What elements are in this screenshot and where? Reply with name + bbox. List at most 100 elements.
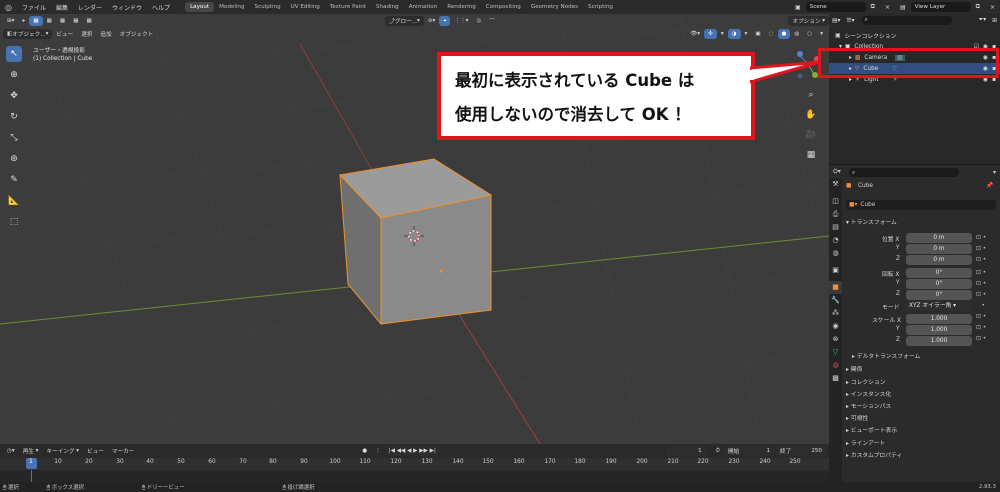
close-icon[interactable]: × (880, 4, 895, 11)
lock-icon[interactable]: ⊡ • (976, 334, 996, 345)
scene-icon[interactable]: ▣ (790, 4, 806, 11)
gizmo-toggle-icon[interactable]: ✣ (704, 29, 717, 39)
playback-controls[interactable]: |◀ ◀◀ ◀ ▶ ▶▶ ▶| (384, 446, 440, 456)
tool-tab-icon[interactable]: ⚒ (829, 178, 842, 191)
menu-playback[interactable]: 再生 ▾ (19, 446, 43, 456)
tab-geometry-nodes[interactable]: Geometry Nodes (526, 2, 583, 12)
timeline-ruler[interactable]: 1 10 20 30 40 50 60 70 80 90 100 110 120… (0, 458, 829, 470)
view-layer-selector[interactable]: View Layer (910, 2, 971, 12)
menu-window[interactable]: ウィンドウ (107, 3, 147, 12)
tab-shading[interactable]: Shading (371, 2, 404, 12)
lock-icon[interactable]: ⊡ • (976, 279, 996, 290)
scene-tab-icon[interactable]: ◔ (829, 234, 842, 247)
cursor-tool-icon[interactable]: ⊕ (6, 67, 22, 83)
rotation-x-field[interactable]: 0° (906, 268, 972, 278)
tab-sculpting[interactable]: Sculpting (250, 2, 286, 12)
shading-dropdown-icon[interactable]: ▾ (816, 29, 827, 39)
panel-viewport-display[interactable]: ▸ ビューポート表示 (846, 425, 897, 434)
rotation-y-field[interactable]: 0° (906, 279, 972, 289)
xray-icon[interactable]: ▣ (751, 29, 764, 39)
tab-scripting[interactable]: Scripting (583, 2, 618, 12)
panel-collections[interactable]: ▸ コレクション (846, 377, 886, 386)
delta-transform-panel[interactable]: ▸ デルタトランスフォーム (852, 351, 920, 360)
material-tab-icon[interactable]: ◍ (829, 359, 842, 372)
lock-icon[interactable]: ⊡ • (976, 255, 996, 266)
scale-x-field[interactable]: 1.000 (906, 314, 972, 324)
pan-hand-icon[interactable]: ✋ (804, 108, 818, 122)
properties-search-input[interactable]: ⌕ (848, 167, 959, 177)
scale-y-field[interactable]: 1.000 (906, 325, 972, 335)
lock-icon[interactable]: ⊡ • (976, 312, 996, 323)
panel-motion-paths[interactable]: ▸ モーションパス (846, 401, 891, 410)
object-name-field[interactable]: ■▾ Cube (846, 200, 996, 210)
measure-tool-icon[interactable]: 📐 (6, 193, 22, 209)
menu-add[interactable]: 追加 (96, 29, 115, 39)
zoom-icon[interactable]: ⌕ (804, 88, 818, 102)
menu-object[interactable]: オブジェクト (116, 29, 158, 39)
tab-modeling[interactable]: Modeling (214, 2, 249, 12)
properties-editor-icon[interactable]: ⛭▾ (829, 168, 845, 176)
menu-timeline-view[interactable]: ビュー (83, 446, 108, 456)
panel-line-art[interactable]: ▸ ラインアート (846, 438, 885, 447)
visibility-icon[interactable]: 👁▾ (686, 29, 704, 39)
outliner-search-input[interactable]: ⌕ (861, 16, 952, 25)
tab-texture-paint[interactable]: Texture Paint (325, 2, 371, 12)
editor-type-icon[interactable]: ⊞▾ (3, 16, 19, 26)
shading-solid-icon[interactable]: ● (777, 29, 791, 39)
tab-animation[interactable]: Animation (404, 2, 443, 12)
cube-object[interactable] (338, 158, 493, 326)
copy-icon[interactable]: ⧉ (971, 3, 985, 11)
tab-rendering[interactable]: Rendering (442, 2, 481, 12)
particles-tab-icon[interactable]: ⁂ (829, 307, 842, 320)
rotation-z-field[interactable]: 0° (906, 290, 972, 300)
scale-tool-icon[interactable]: ⤡ (6, 130, 22, 146)
transform-orientation-dropdown[interactable]: ⤴ グロー... ▾ (385, 16, 424, 26)
physics-tab-icon[interactable]: ◉ (829, 320, 842, 333)
auto-keying-icon[interactable]: ⋮ (371, 446, 385, 456)
menu-select[interactable]: 選択 (77, 29, 96, 39)
panel-custom-properties[interactable]: ▸ カスタムプロパティ (846, 450, 902, 459)
overlay-dropdown-icon[interactable]: ▾ (741, 29, 752, 39)
lock-icon[interactable]: ⊡ • (976, 233, 996, 244)
select-mode-extend-icon[interactable]: ▦ (43, 16, 56, 26)
menu-help[interactable]: ヘルプ (147, 3, 175, 12)
pin-icon[interactable]: 📌 (986, 183, 993, 189)
tab-compositing[interactable]: Compositing (481, 2, 526, 12)
transform-panel-header[interactable]: ▾ トランスフォーム (846, 217, 897, 226)
overlay-toggle-icon[interactable]: ◑ (727, 29, 741, 39)
end-frame-field[interactable]: 終了 250 (776, 446, 826, 456)
filter-icon[interactable]: ⏷▾ (976, 17, 990, 24)
view-layer-icon[interactable]: ▤ (895, 4, 911, 11)
panel-visibility[interactable]: ▸ 可視性 (846, 413, 868, 422)
tab-layout[interactable]: Layout (185, 2, 215, 12)
tab-uv-editing[interactable]: UV Editing (286, 2, 325, 12)
record-icon[interactable]: ● (358, 446, 371, 456)
snap-toggle-icon[interactable]: ⌖ (439, 16, 451, 26)
select-mode-intersect-icon[interactable]: ▦ (83, 16, 96, 26)
collection-tab-icon[interactable]: ▣ (829, 264, 842, 277)
lock-icon[interactable]: ⊡ • (976, 268, 996, 279)
menu-view[interactable]: ビュー (52, 29, 77, 39)
add-cube-tool-icon[interactable]: ⬚ (6, 214, 22, 230)
output-tab-icon[interactable]: ⎙ (829, 208, 842, 221)
shading-material-icon[interactable]: ◍ (790, 29, 803, 39)
scene-collection-row[interactable]: ▣ シーンコレクション (829, 30, 1000, 41)
select-mode-invert-icon[interactable]: ▦ (69, 16, 82, 26)
select-mode-new-icon[interactable]: ▦ (29, 16, 43, 26)
lock-icon[interactable]: ⊡ • (976, 244, 996, 255)
ortho-grid-icon[interactable]: ▦ (804, 148, 818, 162)
location-y-field[interactable]: 0 m (906, 244, 972, 254)
rotate-tool-icon[interactable]: ↻ (6, 109, 22, 125)
location-x-field[interactable]: 0 m (906, 233, 972, 243)
menu-marker[interactable]: マーカー (108, 446, 138, 456)
falloff-icon[interactable]: ⌒ (485, 16, 499, 26)
display-mode-icon[interactable]: ☰▾ (843, 18, 857, 24)
scale-z-field[interactable]: 1.000 (906, 336, 972, 346)
texture-tab-icon[interactable]: ▩ (829, 372, 842, 385)
view-layer-tab-icon[interactable]: ▤ (829, 221, 842, 234)
transform-tool-icon[interactable]: ⊛ (6, 151, 22, 167)
rotation-mode-dropdown[interactable]: XYZ オイラー角 ▾ (906, 301, 972, 311)
constraints-tab-icon[interactable]: ⊗ (829, 333, 842, 346)
proportional-edit-icon[interactable]: ◎ (472, 16, 485, 26)
menu-render[interactable]: レンダー (73, 3, 107, 12)
